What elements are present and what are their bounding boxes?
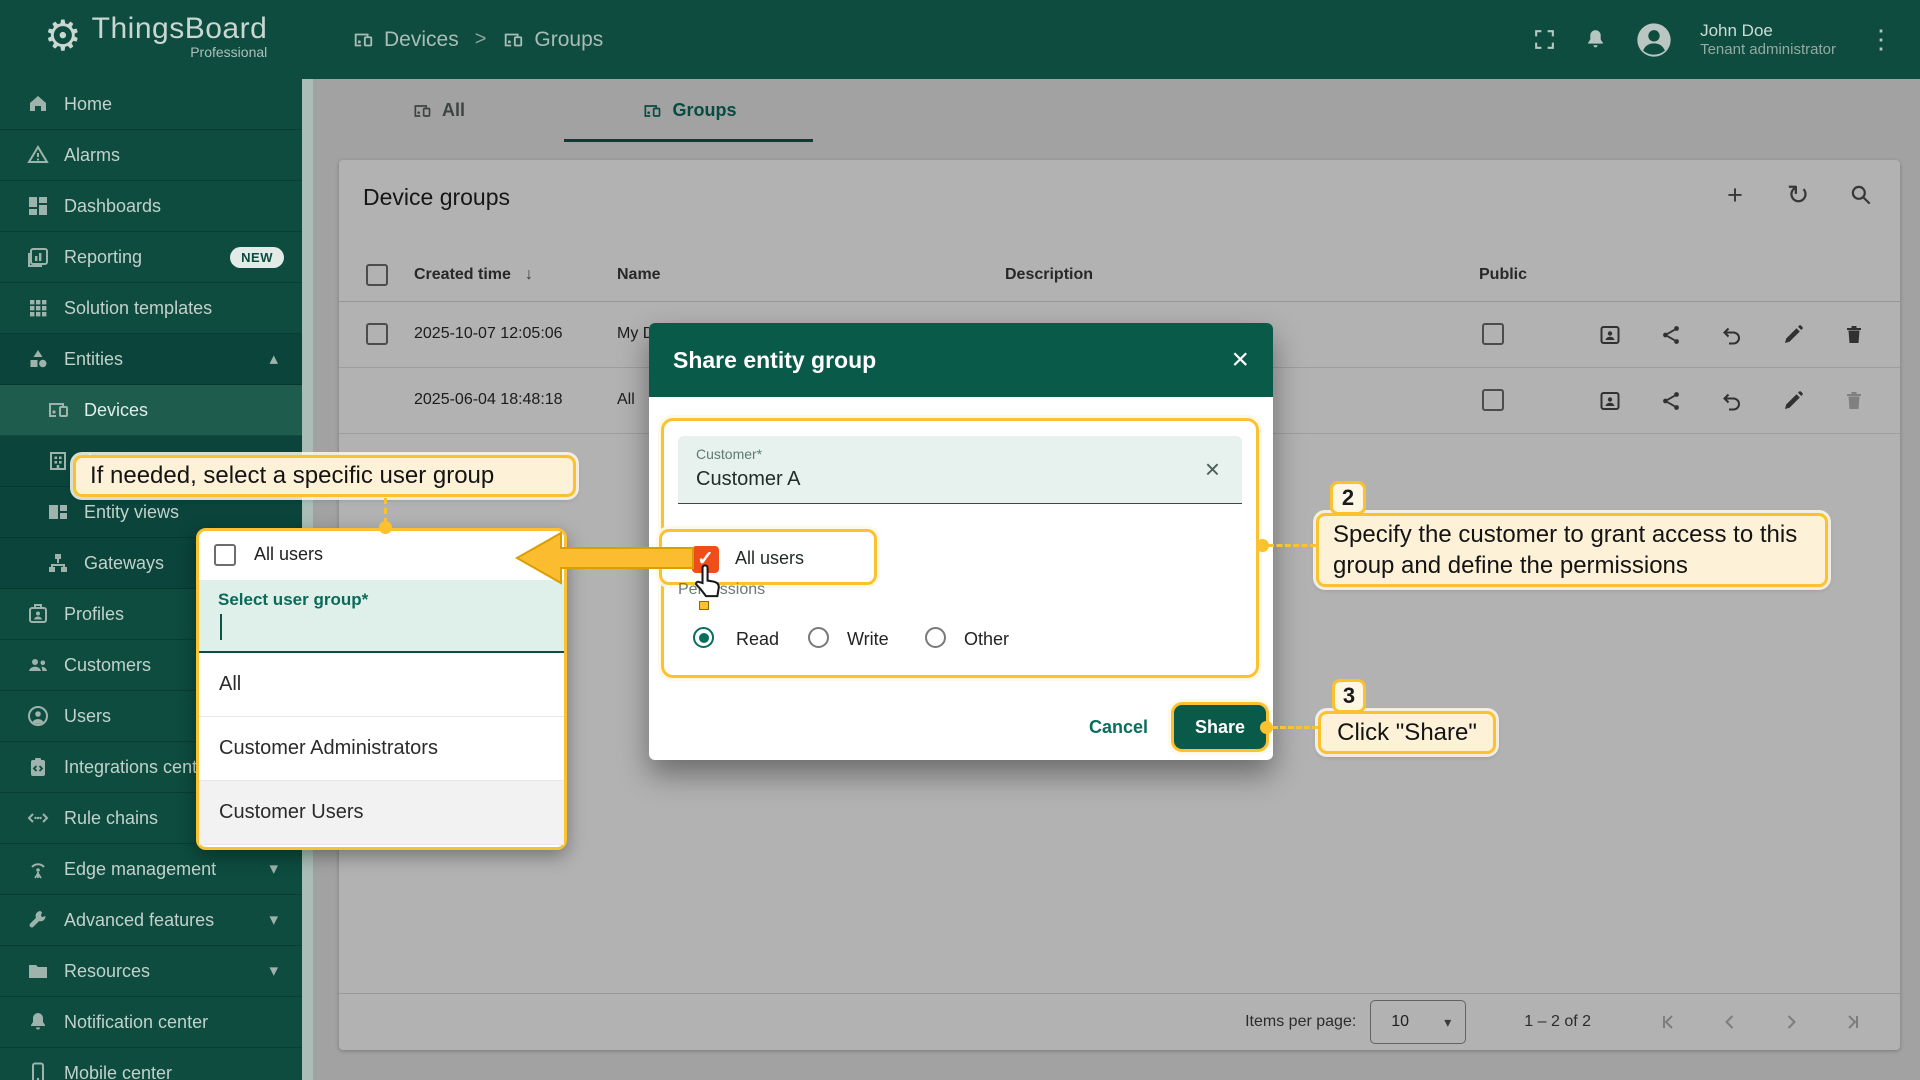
customer-field[interactable]: Customer* Customer A × bbox=[678, 436, 1242, 504]
chevron-up-icon: ▴ bbox=[269, 349, 278, 369]
user-name: John Doe bbox=[1700, 20, 1836, 41]
customer-field-value: Customer A bbox=[696, 468, 800, 491]
view-module-icon bbox=[46, 500, 70, 524]
app-subtitle: Professional bbox=[92, 44, 268, 60]
app-header: ⚙ ThingsBoard Professional Devices > Gro… bbox=[0, 0, 1920, 79]
all-users-label: All users bbox=[735, 548, 804, 569]
new-badge: NEW bbox=[230, 247, 284, 268]
avatar[interactable] bbox=[1634, 20, 1674, 60]
step2-number-badge: 2 bbox=[1330, 481, 1366, 515]
step2-callout: Specify the customer to grant access to … bbox=[1316, 513, 1828, 587]
rule-chain-icon bbox=[26, 806, 50, 830]
user-info[interactable]: John Doe Tenant administrator bbox=[1700, 20, 1836, 60]
customer-field-label: Customer* bbox=[696, 446, 762, 462]
step2-connector-dot bbox=[1256, 539, 1269, 552]
alarm-warning-icon bbox=[26, 143, 50, 167]
home-icon bbox=[26, 92, 50, 116]
logo[interactable]: ⚙ ThingsBoard Professional bbox=[44, 12, 267, 60]
step2-connector-line bbox=[1268, 544, 1316, 547]
all-users-checkbox-unchecked[interactable] bbox=[214, 544, 236, 566]
reporting-icon bbox=[26, 245, 50, 269]
chevron-down-icon: ▾ bbox=[269, 859, 278, 879]
sidebar-item-devices[interactable]: Devices bbox=[0, 385, 302, 436]
notifications-bell-icon[interactable] bbox=[1583, 27, 1608, 52]
sidebar-item-notification-center[interactable]: Notification center bbox=[0, 997, 302, 1048]
user-group-dropdown: All users Select user group* All Custome… bbox=[196, 528, 567, 850]
radio-other-label: Other bbox=[964, 629, 1009, 650]
radio-other[interactable] bbox=[925, 627, 946, 648]
step3-number-badge: 3 bbox=[1332, 679, 1366, 713]
sidebar-item-resources[interactable]: Resources ▾ bbox=[0, 946, 302, 997]
category-icon bbox=[26, 347, 50, 371]
devices-icon bbox=[502, 29, 524, 51]
text-caret bbox=[220, 614, 222, 640]
thingsboard-logo-icon: ⚙ bbox=[44, 15, 82, 57]
notification-icon bbox=[26, 1010, 50, 1034]
radio-write-label: Write bbox=[847, 629, 889, 650]
breadcrumb-separator: > bbox=[475, 28, 487, 51]
wrench-icon bbox=[26, 908, 50, 932]
dashboards-icon bbox=[26, 194, 50, 218]
grid-icon bbox=[26, 296, 50, 320]
step3-connector-line bbox=[1272, 726, 1318, 729]
antenna-icon bbox=[26, 857, 50, 881]
phone-icon bbox=[26, 1061, 50, 1080]
close-icon[interactable]: × bbox=[1231, 345, 1249, 375]
radio-write[interactable] bbox=[808, 627, 829, 648]
all-users-label: All users bbox=[254, 544, 323, 565]
person-circle-icon bbox=[26, 704, 50, 728]
breadcrumb-devices[interactable]: Devices bbox=[352, 28, 459, 52]
sidebar-item-entities[interactable]: Entities ▴ bbox=[0, 334, 302, 385]
sidebar-item-alarms[interactable]: Alarms bbox=[0, 130, 302, 181]
integration-icon bbox=[26, 755, 50, 779]
sidebar-item-edge-management[interactable]: Edge management ▾ bbox=[0, 844, 302, 895]
fullscreen-icon[interactable] bbox=[1532, 27, 1557, 52]
option-all[interactable]: All bbox=[199, 653, 564, 717]
kebab-menu-icon[interactable]: ⋮ bbox=[1862, 24, 1900, 55]
step1-connector-dot bbox=[379, 521, 392, 534]
devices-icon bbox=[352, 29, 374, 51]
step1-callout: If needed, select a specific user group bbox=[73, 455, 576, 497]
step3-callout: Click "Share" bbox=[1318, 711, 1496, 754]
sidebar-item-reporting[interactable]: Reporting NEW bbox=[0, 232, 302, 283]
clear-icon[interactable]: × bbox=[1205, 454, 1220, 485]
step3-connector-dot bbox=[1260, 721, 1273, 734]
annotation-arrow-left bbox=[515, 530, 695, 586]
sidebar-item-solution-templates[interactable]: Solution templates bbox=[0, 283, 302, 334]
radio-read[interactable] bbox=[693, 627, 714, 648]
option-customer-users[interactable]: Customer Users bbox=[199, 781, 564, 845]
breadcrumb-groups[interactable]: Groups bbox=[502, 28, 603, 52]
breadcrumb: Devices > Groups bbox=[352, 0, 603, 79]
sidebar-item-mobile-center[interactable]: Mobile center bbox=[0, 1048, 302, 1080]
dialog-title: Share entity group bbox=[673, 347, 876, 374]
user-role: Tenant administrator bbox=[1700, 41, 1836, 60]
chevron-down-icon: ▾ bbox=[269, 961, 278, 981]
hand-cursor-icon bbox=[693, 563, 725, 601]
badge-icon bbox=[26, 602, 50, 626]
chevron-down-icon: ▾ bbox=[269, 910, 278, 930]
app-title: ThingsBoard bbox=[92, 12, 268, 46]
folder-icon bbox=[26, 959, 50, 983]
sidebar-item-home[interactable]: Home bbox=[0, 79, 302, 130]
select-user-group-field[interactable]: Select user group* bbox=[199, 580, 564, 653]
option-customer-administrators[interactable]: Customer Administrators bbox=[199, 717, 564, 781]
select-user-group-label: Select user group* bbox=[218, 590, 368, 610]
sidebar-item-advanced-features[interactable]: Advanced features ▾ bbox=[0, 895, 302, 946]
radio-read-label: Read bbox=[736, 629, 779, 650]
share-button[interactable]: Share bbox=[1174, 705, 1266, 749]
cursor-click-indicator bbox=[699, 601, 709, 610]
people-icon bbox=[26, 653, 50, 677]
dropdown-all-users-row[interactable]: All users bbox=[199, 531, 564, 580]
sidebar-item-dashboards[interactable]: Dashboards bbox=[0, 181, 302, 232]
cancel-button[interactable]: Cancel bbox=[1089, 717, 1148, 738]
hub-tree-icon bbox=[46, 551, 70, 575]
share-entity-group-dialog: Share entity group × Customer* Customer … bbox=[649, 323, 1273, 760]
building-icon bbox=[46, 449, 70, 473]
devices-icon bbox=[46, 398, 70, 422]
